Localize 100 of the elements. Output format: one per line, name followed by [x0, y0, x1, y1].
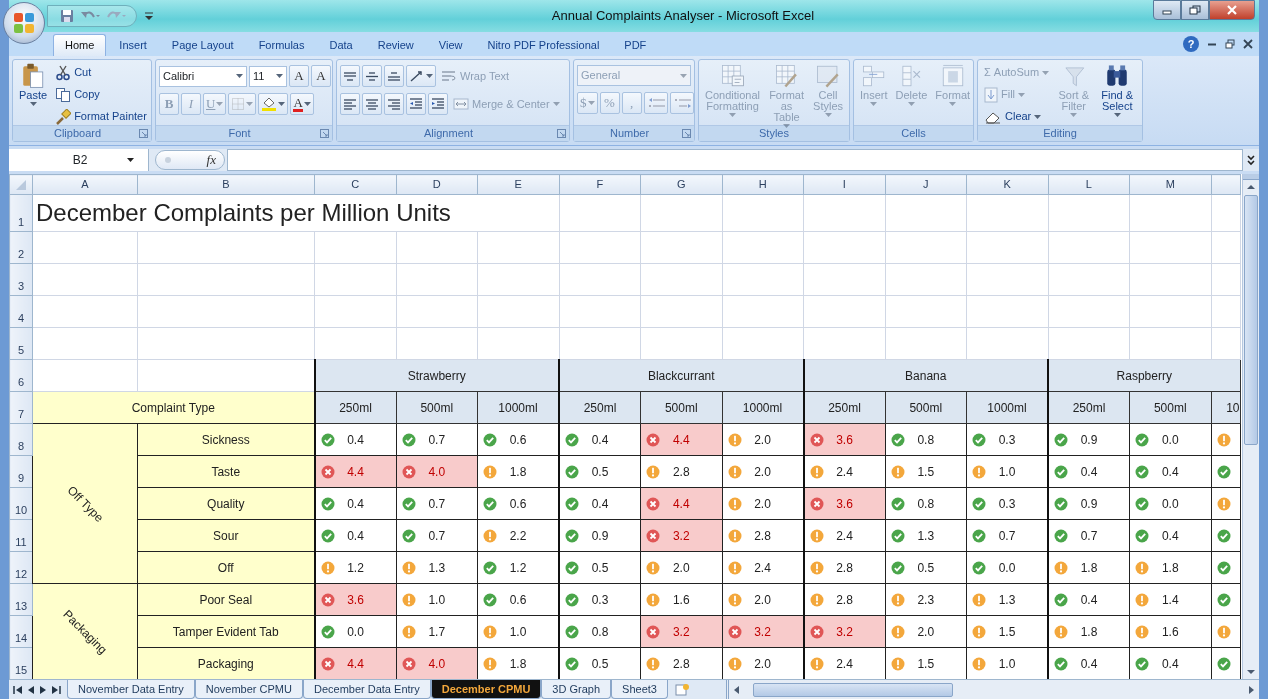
ribbon-button[interactable]: [340, 65, 360, 87]
ribbon-tab[interactable]: Nitro PDF Professional: [475, 34, 612, 56]
ribbon-button[interactable]: Cut: [52, 62, 150, 83]
ribbon-button[interactable]: [406, 93, 426, 115]
ribbon-button[interactable]: Paste: [16, 62, 51, 107]
row-header[interactable]: 10: [9, 487, 33, 520]
row-header[interactable]: 15: [9, 647, 33, 679]
formula-input[interactable]: [227, 149, 1243, 171]
name-box[interactable]: B2: [9, 149, 149, 171]
column-header[interactable]: I: [803, 174, 885, 195]
row-header[interactable]: 1: [9, 194, 33, 232]
row-header[interactable]: 9: [9, 455, 33, 488]
ribbon-tab[interactable]: PDF: [612, 34, 659, 56]
row-header[interactable]: 5: [9, 327, 33, 360]
ribbon-button[interactable]: [362, 65, 382, 87]
close-button[interactable]: [1243, 39, 1253, 49]
dropdown-field[interactable]: Calibri: [159, 65, 247, 87]
row-header[interactable]: 4: [9, 295, 33, 328]
column-header[interactable]: F: [559, 174, 641, 195]
save-icon[interactable]: [60, 9, 74, 23]
row-header[interactable]: 13: [9, 583, 33, 616]
restore-button[interactable]: [1225, 39, 1235, 49]
ribbon-button[interactable]: Copy: [52, 84, 150, 105]
restore-button[interactable]: [1181, 0, 1209, 20]
column-header[interactable]: J: [885, 174, 967, 195]
ribbon-tab[interactable]: Home: [53, 34, 107, 56]
ribbon-tab[interactable]: Formulas: [246, 34, 317, 56]
ribbon-tab[interactable]: Page Layout: [159, 34, 246, 56]
sheet-tab[interactable]: 3D Graph: [541, 680, 612, 699]
column-header[interactable]: H: [722, 174, 804, 195]
decimal-icon: [646, 96, 665, 110]
column-header[interactable]: L: [1048, 174, 1130, 195]
row-header[interactable]: 8: [9, 423, 33, 456]
column-header[interactable]: M: [1129, 174, 1211, 195]
cell-value: 3.6: [346, 591, 365, 609]
next-sheet-icon[interactable]: [39, 684, 47, 695]
help-button[interactable]: ?: [1183, 36, 1199, 52]
cell-value: 1.0: [997, 463, 1017, 481]
row-header[interactable]: 6: [9, 359, 33, 392]
ribbon-tab[interactable]: Data: [317, 34, 365, 56]
ribbon-tab[interactable]: Insert: [107, 34, 159, 56]
customize-icon[interactable]: [145, 12, 153, 20]
ribbon-button[interactable]: [258, 93, 289, 115]
row-header[interactable]: 3: [9, 263, 33, 296]
sheet-tab[interactable]: December CPMU: [430, 680, 542, 699]
paint-bucket-icon: [261, 96, 278, 112]
dialog-launcher-icon[interactable]: [557, 129, 566, 138]
scroll-thumb[interactable]: [752, 682, 953, 697]
cell-value: 0.4: [1160, 463, 1180, 481]
column-header[interactable]: B: [137, 174, 315, 195]
row-header[interactable]: 12: [9, 551, 33, 584]
ribbon-button[interactable]: Clear: [981, 106, 1053, 127]
scroll-thumb[interactable]: [1244, 195, 1258, 445]
split-handle[interactable]: [1243, 174, 1259, 180]
sheet-tab[interactable]: Sheet3: [611, 680, 668, 699]
first-sheet-icon[interactable]: [13, 684, 23, 695]
column-header[interactable]: E: [477, 174, 559, 195]
sheet-tab[interactable]: December Data Entry: [302, 680, 431, 699]
ribbon-button[interactable]: [340, 93, 360, 115]
ribbon-tab[interactable]: Review: [365, 34, 426, 56]
minimize-button[interactable]: [1153, 0, 1181, 20]
last-sheet-icon[interactable]: [51, 684, 61, 695]
ribbon-button[interactable]: [384, 93, 404, 115]
close-button[interactable]: [1209, 0, 1255, 20]
row-header[interactable]: 2: [9, 231, 33, 264]
ribbon-button[interactable]: Find & Select: [1095, 62, 1139, 118]
restore-icon: [1225, 39, 1235, 49]
minimize-button[interactable]: [1207, 42, 1217, 46]
ribbon-button[interactable]: A: [290, 93, 314, 115]
ribbon-button[interactable]: [362, 93, 382, 115]
dialog-launcher-icon[interactable]: [139, 129, 148, 138]
ribbon-button[interactable]: Format Painter: [52, 106, 150, 127]
dialog-launcher-icon[interactable]: [682, 129, 691, 138]
ribbon-tab[interactable]: View: [426, 34, 475, 56]
office-button[interactable]: [3, 2, 45, 44]
column-header[interactable]: C: [314, 174, 396, 195]
sheet-tab[interactable]: November Data Entry: [67, 680, 195, 699]
ribbon-button[interactable]: A: [311, 65, 331, 87]
text-lines-icon: [365, 97, 379, 111]
ribbon-button[interactable]: A: [289, 65, 309, 87]
column-header[interactable]: G: [640, 174, 722, 195]
dropdown-field[interactable]: 11: [249, 65, 287, 87]
sheet-tab[interactable]: November CPMU: [194, 680, 303, 699]
row-header[interactable]: 11: [9, 519, 33, 552]
column-header[interactable]: D: [396, 174, 478, 195]
dialog-launcher-icon[interactable]: [320, 129, 329, 138]
column-header[interactable]: K: [966, 174, 1048, 195]
column-header: 500ml: [640, 391, 722, 424]
row-header[interactable]: 14: [9, 615, 33, 648]
cell-value: 0.5: [590, 463, 610, 481]
cell-value: 0.3: [590, 591, 610, 609]
previous-sheet-icon[interactable]: [27, 684, 35, 695]
ribbon-button[interactable]: [406, 65, 436, 87]
ribbon-button[interactable]: [384, 65, 404, 87]
cell-value: 1.2: [508, 559, 528, 577]
insert-function-button[interactable]: fx: [155, 150, 225, 170]
ribbon-button[interactable]: [428, 93, 448, 115]
row-header[interactable]: 7: [9, 391, 33, 424]
column-header[interactable]: A: [32, 174, 138, 195]
select-all-button[interactable]: [9, 174, 33, 195]
